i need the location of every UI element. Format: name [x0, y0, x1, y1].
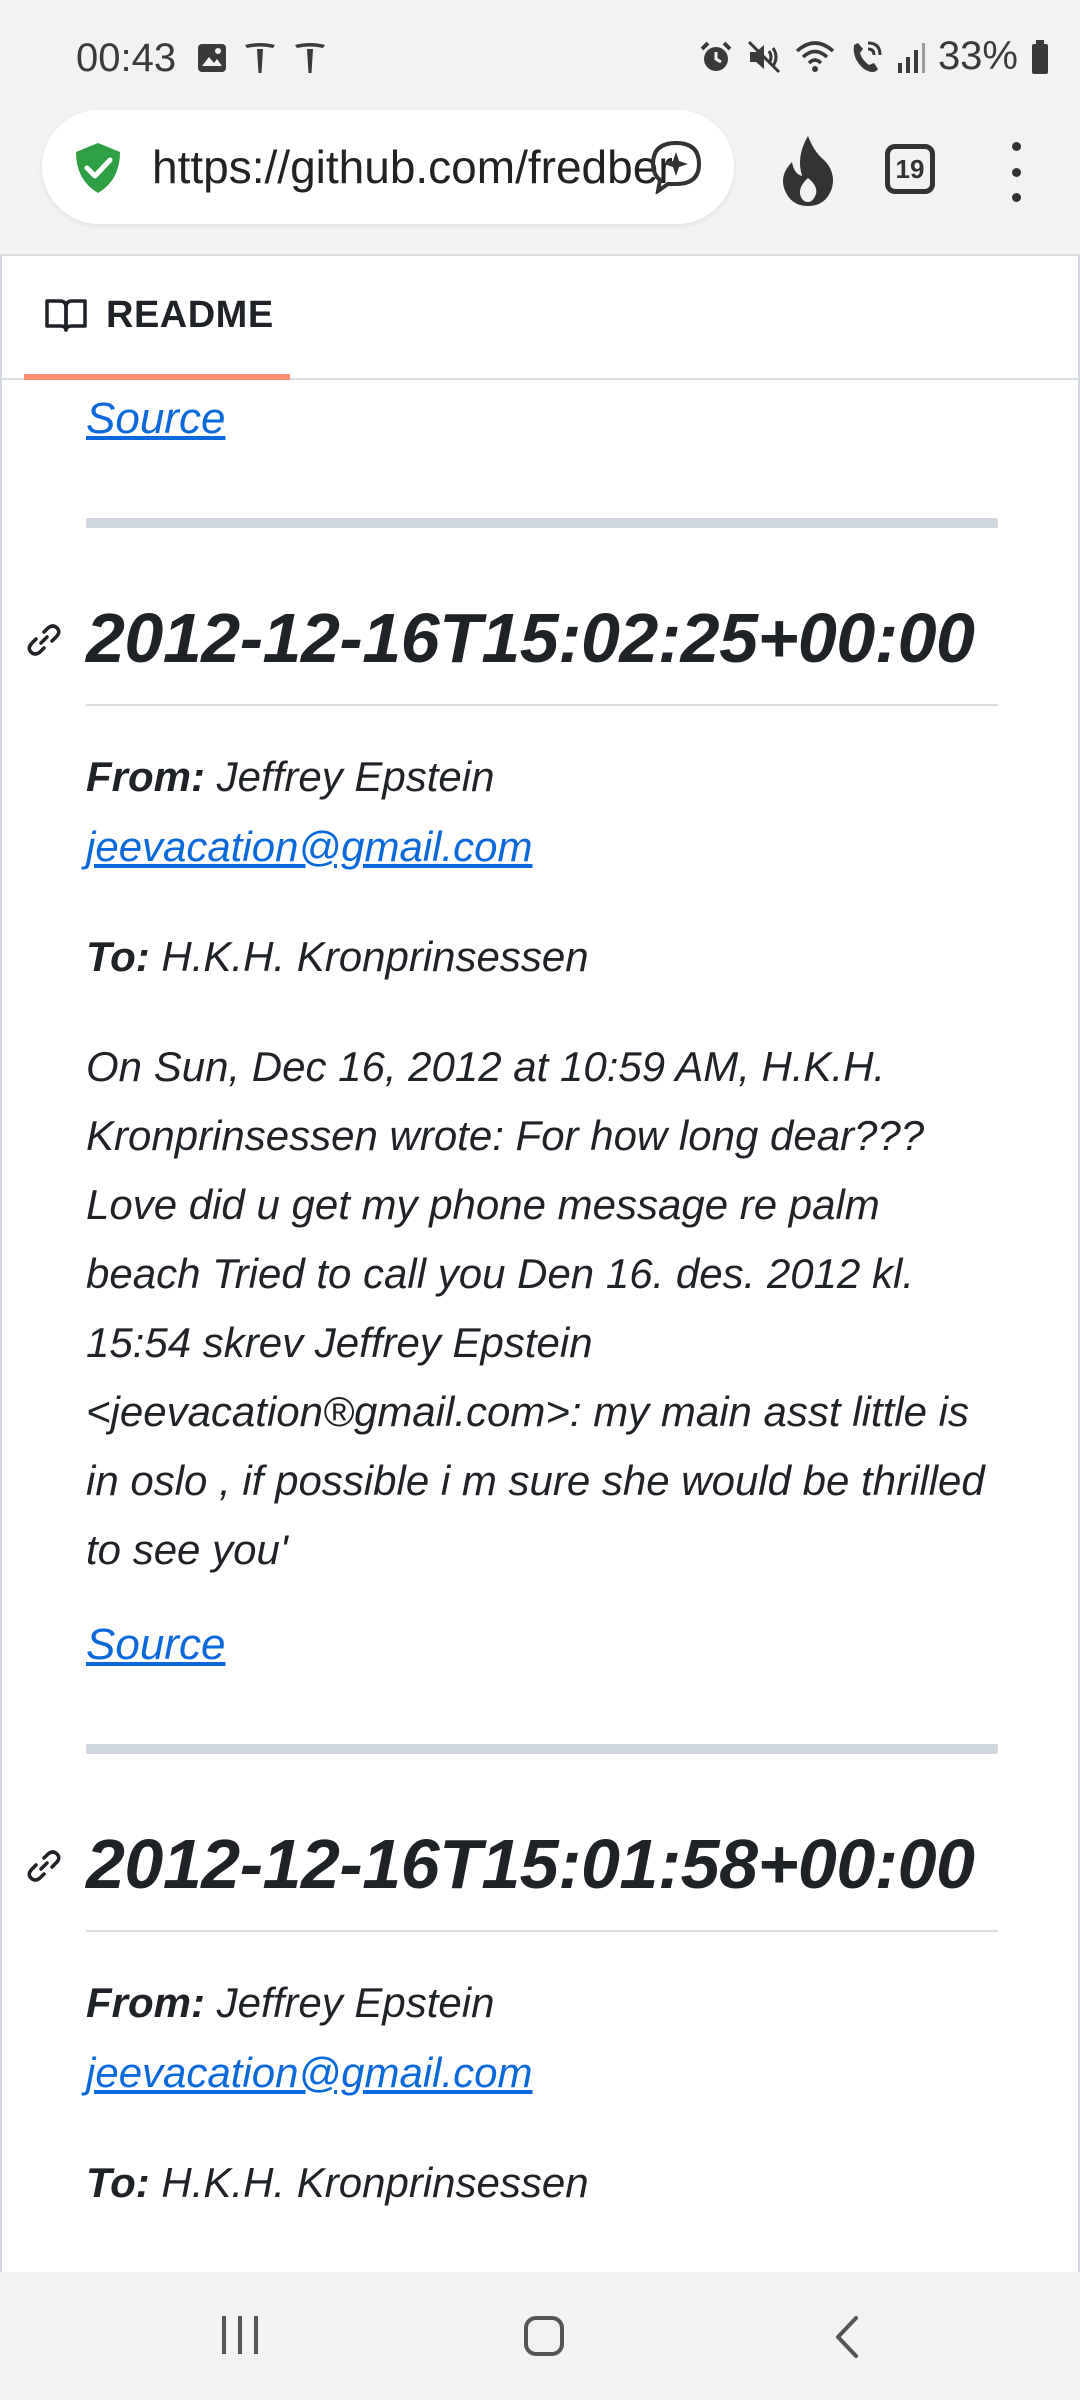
tab-count-button[interactable]: 19	[885, 144, 935, 194]
more-menu-icon[interactable]	[1004, 142, 1028, 202]
entry-timestamp: 2012-12-16T15:01:58+00:00	[86, 1825, 975, 1903]
to-label: To:	[86, 2159, 150, 2206]
entry-heading: 2012-12-16T15:01:58+00:00	[27, 1802, 998, 1932]
wifi-icon	[795, 40, 835, 72]
home-button[interactable]	[524, 2316, 564, 2356]
to-label: To:	[86, 933, 150, 980]
from-name: Jeffrey Epstein	[216, 753, 495, 800]
email-body: On Sun, Dec 16, 2012 at 10:59 AM, H.K.H.…	[86, 1043, 985, 1573]
mute-icon	[747, 40, 780, 73]
from-line: From: Jeffrey Epstein	[86, 742, 998, 812]
readme-tab-bar: README	[2, 256, 1078, 380]
address-bar[interactable]: https://github.com/fredbernard	[42, 110, 734, 224]
status-time: 00:43	[76, 36, 177, 80]
link-anchor-icon[interactable]	[24, 1846, 64, 1886]
battery-percentage: 33%	[937, 34, 1018, 78]
system-nav-bar	[0, 2272, 1080, 2400]
readme-content: Source 2012-12-16T15:02:25+00:00 From: J…	[27, 380, 998, 2218]
signal-icon	[897, 42, 925, 73]
tesla-icon	[245, 43, 275, 73]
image-icon	[198, 44, 226, 72]
book-icon	[45, 299, 87, 332]
browser-toolbar: https://github.com/fredbernard 19	[0, 108, 1080, 256]
tab-readme[interactable]: README	[24, 256, 290, 380]
from-email-link[interactable]: jeevacation@gmail.com	[86, 2049, 533, 2096]
ai-assistant-icon[interactable]	[648, 138, 704, 194]
status-bar: 00:43 33%	[0, 0, 1080, 108]
entry-heading: 2012-12-16T15:02:25+00:00	[27, 576, 998, 706]
wifi-call-icon	[853, 41, 882, 72]
to-line: To: H.K.H. Kronprinsessen	[86, 922, 998, 992]
to-line: To: H.K.H. Kronprinsessen	[86, 2148, 998, 2218]
alarm-icon	[700, 41, 732, 71]
back-icon[interactable]	[832, 2314, 862, 2360]
source-link[interactable]: Source	[86, 394, 225, 443]
from-name: Jeffrey Epstein	[216, 1979, 495, 2026]
link-anchor-icon[interactable]	[24, 620, 64, 660]
from-label: From:	[86, 1979, 205, 2026]
entry-timestamp: 2012-12-16T15:02:25+00:00	[86, 599, 975, 677]
fire-icon[interactable]	[778, 134, 838, 208]
to-name: H.K.H. Kronprinsessen	[161, 2159, 589, 2206]
battery-icon	[1032, 39, 1048, 74]
from-email-link[interactable]: jeevacation@gmail.com	[86, 823, 533, 870]
tesla-icon	[295, 43, 325, 73]
shield-check-icon[interactable]	[70, 140, 126, 196]
page-content: README Source 2012-12-16T15:02:25+00:00 …	[0, 256, 1080, 2272]
url-text[interactable]: https://github.com/fredbernard	[152, 140, 672, 194]
recents-button[interactable]	[222, 2316, 258, 2354]
to-name: H.K.H. Kronprinsessen	[161, 933, 589, 980]
readme-tab-label: README	[106, 293, 274, 336]
section-divider	[86, 1744, 998, 1754]
from-label: From:	[86, 753, 205, 800]
section-divider	[86, 518, 998, 528]
source-link[interactable]: Source	[86, 1620, 225, 1669]
from-line: From: Jeffrey Epstein	[86, 1968, 998, 2038]
